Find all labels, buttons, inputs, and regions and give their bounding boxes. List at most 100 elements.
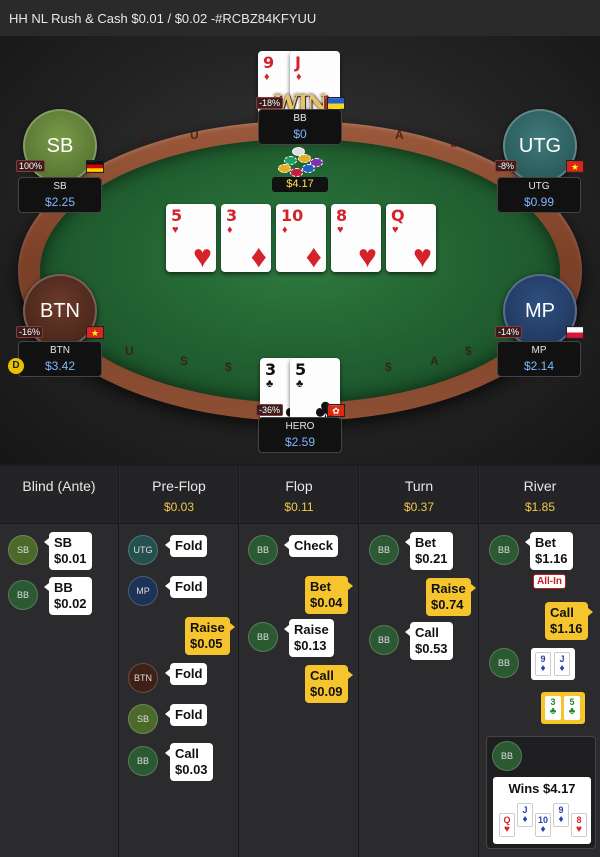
card-suit: ♣ — [266, 378, 274, 390]
position-chip-sb: SB — [128, 704, 158, 734]
position-chip-bb: BB — [369, 535, 399, 565]
card-rank: 5 — [295, 360, 307, 379]
rail-letter: S — [450, 136, 459, 150]
board-card: 10 ♦ ♦ — [276, 204, 326, 272]
position-chip-sb: SB — [8, 535, 38, 565]
pot-amount: $4.17 — [272, 177, 328, 192]
seat-stack: $2.14 — [523, 359, 555, 373]
rail-letter: S — [140, 134, 149, 148]
card-suit-large: ♥ — [193, 238, 212, 274]
action-amount: $0.05 — [190, 636, 223, 651]
rail-letter: A — [395, 128, 404, 142]
seat-plate: MP $2.14 — [497, 341, 581, 377]
action-amount: $1.16 — [550, 621, 583, 636]
street-pot: $0.03 — [163, 500, 195, 514]
shown-cards-hero: 3 ♣ 5 ♣ — [541, 692, 585, 724]
seat-percent-badge: 100% — [16, 160, 46, 172]
street-column-preflop: Pre-Flop $0.03 — [120, 466, 239, 857]
mini-card: 9 ♦ — [535, 652, 551, 676]
hero-action-bubble: Raise $0.05 — [185, 617, 235, 655]
action-amount: $0.21 — [415, 551, 448, 566]
action-bubble: Bet $0.21 — [405, 532, 453, 570]
action-bubble: Fold — [164, 576, 208, 598]
action-amount: $0.04 — [310, 595, 343, 610]
action-amount: $0.74 — [431, 597, 464, 612]
street-title: Flop — [285, 478, 313, 494]
street-column-flop: Flop $0.11 — [240, 466, 359, 857]
action-bubble: Call $0.53 — [405, 622, 453, 660]
winning-hand-card: 9 ♦ — [553, 803, 569, 827]
card-rank: 5 — [171, 206, 183, 225]
seat-name: BTN — [50, 345, 70, 356]
card-suit-large: ♦ — [250, 238, 267, 274]
action-label: Bet — [535, 535, 556, 550]
seat-name: UTG — [528, 181, 550, 192]
action-label: Raise — [294, 622, 329, 637]
card-suit: ♥ — [392, 224, 399, 236]
card-suit: ♦ — [264, 71, 270, 83]
seat-stack: $2.25 — [44, 195, 76, 209]
street-header: River $1.85 — [480, 466, 600, 524]
card-rank: 8 — [336, 206, 348, 225]
action-label: Call — [550, 605, 574, 620]
action-bubble: Bet $1.16 — [525, 532, 573, 570]
action-bubble: BB $0.02 — [44, 577, 92, 615]
street-title: Pre-Flop — [152, 478, 206, 494]
mini-card: 5 ♣ — [564, 696, 580, 720]
seat-stack: $0 — [293, 127, 307, 141]
street-header: Pre-Flop $0.03 — [120, 466, 238, 524]
action-bubble: Fold — [164, 535, 208, 557]
street-title: Turn — [404, 478, 434, 494]
street-header: Turn $0.37 — [360, 466, 478, 524]
action-label: SB — [54, 535, 73, 550]
dealer-button-icon: D — [8, 358, 24, 374]
action-bubble: Raise $0.13 — [284, 619, 334, 657]
winner-panel: BB Wins $4.17 Q ♥ J ♦ 10 ♦ 9 ♦ 8 ♥ — [486, 736, 596, 849]
seat-percent-badge: -36% — [256, 404, 284, 416]
seat-percent-badge: -8% — [495, 160, 518, 172]
seat-plate: HERO $2.59 — [258, 417, 342, 453]
action-bubble: Call $0.03 — [165, 743, 213, 781]
svg-text:✿: ✿ — [332, 406, 339, 416]
position-chip-mp: MP — [128, 576, 158, 606]
rail-letter: U — [190, 128, 199, 142]
card-suit: ♦ — [296, 71, 302, 83]
seat-percent-badge: -16% — [16, 326, 44, 338]
seat-plate: SB $2.25 — [18, 177, 102, 213]
ukraine-flag-icon — [327, 97, 345, 110]
seat-plate: BB $0 — [258, 109, 342, 145]
card-suit-large: ♥ — [358, 238, 377, 274]
card-suit: ♥ — [337, 224, 344, 236]
hero-action-bubble: Call $1.16 — [545, 602, 593, 640]
vietnam-flag-icon: ★ — [566, 160, 584, 173]
card-suit-large: ♥ — [413, 238, 432, 274]
street-pot: $0.11 — [284, 500, 314, 514]
hero-action-bubble: Raise $0.74 — [426, 578, 476, 616]
winner-text: Wins $4.17 — [508, 781, 576, 796]
position-chip-bb: BB — [248, 535, 278, 565]
street-pot: $0.37 — [403, 500, 435, 514]
board-card: 5 ♥ ♥ — [166, 204, 216, 272]
winning-hand-card: 8 ♥ — [571, 813, 587, 837]
action-label: Bet — [415, 535, 436, 550]
rail-letter: $ — [465, 344, 472, 358]
street-title: Blind (Ante) — [22, 478, 96, 494]
card-suit: ♦ — [227, 224, 233, 236]
card-rank: 9 — [263, 53, 275, 72]
poland-flag-icon — [566, 326, 584, 339]
all-in-badge: All-In — [533, 574, 566, 589]
card-suit: ♥ — [172, 224, 179, 236]
street-header: Flop $0.11 — [240, 466, 358, 524]
rail-letter: $ — [385, 360, 392, 374]
board-card: 8 ♥ ♥ — [331, 204, 381, 272]
seat-percent-badge: -14% — [495, 326, 523, 338]
action-amount: $0.13 — [294, 638, 327, 653]
hand-history-header: HH NL Rush & Cash $0.01 / $0.02 -#RCBZ84… — [0, 0, 600, 36]
street-pot: $1.85 — [524, 500, 556, 514]
position-chip-bb: BB — [369, 625, 399, 655]
seat-name: SB — [53, 181, 67, 192]
winner-summary: Wins $4.17 Q ♥ J ♦ 10 ♦ 9 ♦ 8 ♥ — [493, 777, 591, 844]
position-chip-btn: BTN — [128, 663, 158, 693]
position-chip-bb: BB — [248, 622, 278, 652]
action-label: Call — [310, 668, 334, 683]
